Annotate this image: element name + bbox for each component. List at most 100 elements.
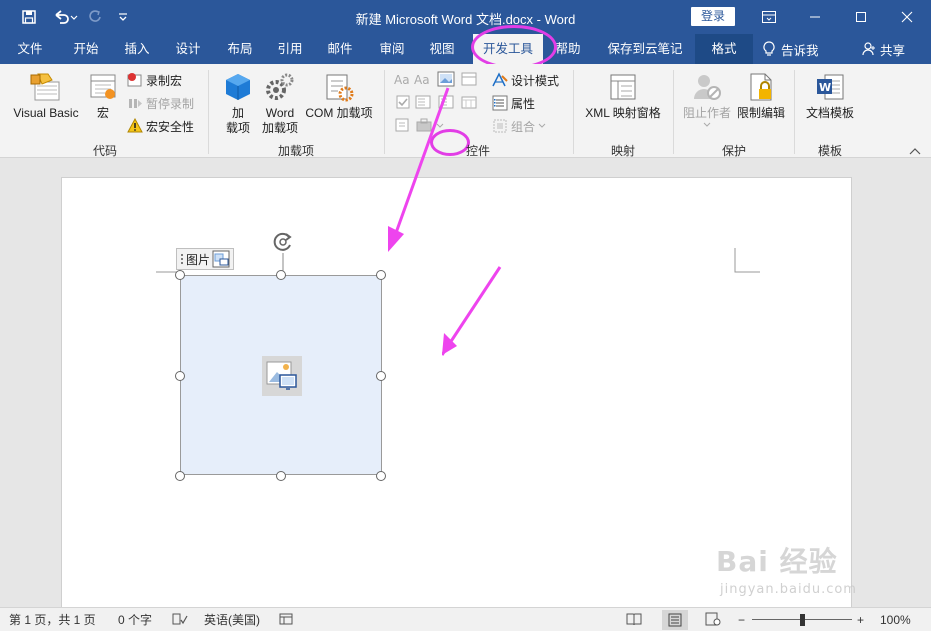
word-count[interactable]: 0 个字 [118, 612, 152, 628]
lightbulb-icon [763, 41, 775, 56]
close-icon[interactable] [884, 0, 930, 34]
resize-handle-top-left[interactable] [175, 270, 185, 280]
pause-recording-label: 暂停录制 [146, 96, 195, 111]
collapse-ribbon-icon[interactable] [909, 144, 923, 156]
tab-view[interactable]: 视图 [420, 34, 464, 64]
undo-icon[interactable] [50, 7, 80, 27]
document-area[interactable]: 图片 [0, 159, 931, 617]
tab-review[interactable]: 审阅 [370, 34, 414, 64]
xml-mapping-pane-button[interactable]: XML 映射窗格 [580, 70, 666, 121]
macro-security-label: 宏安全性 [146, 119, 195, 134]
tab-references[interactable]: 引用 [268, 34, 312, 64]
resize-handle-right[interactable] [376, 371, 386, 381]
group-separator [384, 70, 385, 154]
tab-file[interactable]: 文件 [8, 34, 52, 64]
share-button[interactable]: 共享 [862, 34, 905, 64]
login-button[interactable]: 登录 [691, 7, 735, 26]
customize-qat-icon[interactable] [112, 7, 134, 27]
macros-label: 宏 [96, 106, 109, 120]
group-label-code: 代码 [92, 144, 117, 158]
content-control-title-tag[interactable]: 图片 [176, 248, 235, 270]
lock-document-icon [744, 70, 778, 104]
zoom-slider-thumb[interactable] [800, 614, 805, 626]
tab-insert[interactable]: 插入 [114, 34, 160, 64]
tab-layout[interactable]: 布局 [218, 34, 262, 64]
web-layout-icon[interactable] [705, 612, 721, 628]
print-layout-icon[interactable] [662, 610, 688, 630]
rotate-handle-icon[interactable] [271, 231, 295, 253]
tab-highlight-annotation [471, 25, 557, 69]
title-bar: 新建 Microsoft Word 文档.docx - Word 登录 [0, 0, 931, 34]
visual-basic-label: Visual Basic [13, 106, 79, 120]
redo-icon[interactable] [84, 7, 106, 27]
properties-icon [492, 95, 508, 111]
design-mode-label: 设计模式 [511, 73, 560, 88]
building-block-gallery-icon[interactable] [460, 70, 478, 88]
resize-handle-top-right[interactable] [376, 270, 386, 280]
margin-corner-mark [734, 248, 760, 273]
tab-design[interactable]: 设计 [166, 34, 210, 64]
tab-home[interactable]: 开始 [62, 34, 110, 64]
tell-me-search[interactable]: 告诉我 [763, 34, 819, 64]
tab-save-to-cloud-notes[interactable]: 保存到云笔记 [600, 34, 690, 64]
zoom-in-button[interactable]: + [857, 612, 864, 628]
ribbon-display-options-icon[interactable] [746, 0, 792, 34]
picture-control-icon [212, 250, 230, 268]
svg-text:Aa: Aa [394, 73, 410, 86]
com-addins-label: COM 加载项 [305, 106, 373, 120]
document-page[interactable]: 图片 [61, 177, 852, 617]
share-label: 共享 [880, 43, 906, 58]
chevron-down-icon [703, 122, 711, 127]
tell-me-label: 告诉我 [781, 43, 819, 58]
proofing-icon[interactable] [172, 612, 188, 628]
com-addins-button[interactable]: COM 加载项 [302, 70, 376, 121]
macros-button[interactable]: 宏 [86, 70, 120, 121]
read-mode-icon[interactable] [626, 612, 642, 628]
resize-handle-top[interactable] [276, 270, 286, 280]
design-mode-button[interactable]: 设计模式 [492, 70, 559, 90]
save-icon[interactable] [18, 7, 40, 27]
macro-recording-icon[interactable] [279, 612, 293, 628]
resize-handle-bottom-left[interactable] [175, 471, 185, 481]
insert-picture-icon[interactable] [262, 356, 302, 396]
document-template-button[interactable]: W 文档模板 [802, 70, 858, 121]
group-label-controls: 控件 [465, 144, 490, 158]
tab-format[interactable]: 格式 [695, 34, 753, 64]
minimize-icon[interactable] [792, 0, 838, 34]
maximize-icon[interactable] [838, 0, 884, 34]
ribbon-tabs: 文件 开始 插入 设计 布局 引用 邮件 审阅 视图 开发工具 帮助 保存到云笔… [0, 34, 931, 64]
addins-button[interactable]: 加 载项 [218, 70, 258, 136]
resize-handle-bottom[interactable] [276, 471, 286, 481]
ribbon: Visual Basic 宏 录制宏 暂停录制 宏安全性 代码 加 载项 Wor… [0, 64, 931, 158]
block-authors-button[interactable]: 阻止作者 [680, 70, 734, 129]
tab-mailings[interactable]: 邮件 [318, 34, 362, 64]
chevron-down-icon [538, 123, 546, 128]
properties-button[interactable]: 属性 [492, 93, 535, 113]
macro-security-button[interactable]: 宏安全性 [127, 116, 194, 136]
visual-basic-button[interactable]: Visual Basic [8, 70, 84, 121]
resize-handle-left[interactable] [175, 371, 185, 381]
pause-recording-button[interactable]: 暂停录制 [127, 93, 194, 113]
word-addins-label-line2: 加载项 [261, 121, 298, 135]
language-indicator[interactable]: 英语(美国) [204, 612, 260, 628]
drag-handle-icon [181, 254, 183, 264]
restrict-editing-button[interactable]: 限制编辑 [734, 70, 788, 121]
block-authors-icon [690, 70, 724, 104]
xml-mapping-pane-label: XML 映射窗格 [585, 106, 661, 120]
date-picker-content-control-icon[interactable] [460, 93, 478, 111]
content-control-title: 图片 [186, 252, 211, 267]
addins-label-line1: 加 [231, 106, 244, 120]
status-bar: 第 1 页，共 1 页 0 个字 英语(美国) − + 100% [0, 607, 931, 631]
zoom-level[interactable]: 100% [880, 612, 911, 628]
annotation-arrow-from-ribbon [388, 87, 450, 252]
resize-handle-bottom-right[interactable] [376, 471, 386, 481]
group-button[interactable]: 组合 [492, 116, 546, 136]
page-count[interactable]: 第 1 页，共 1 页 [9, 612, 96, 628]
visual-basic-icon [29, 70, 63, 104]
addins-label-line2: 载项 [225, 121, 250, 135]
document-template-label: 文档模板 [805, 106, 854, 120]
record-macro-button[interactable]: 录制宏 [127, 70, 182, 90]
zoom-out-button[interactable]: − [738, 612, 745, 628]
group-label-addins: 加载项 [277, 144, 314, 158]
word-addins-button[interactable]: Word 加载项 [258, 70, 302, 136]
